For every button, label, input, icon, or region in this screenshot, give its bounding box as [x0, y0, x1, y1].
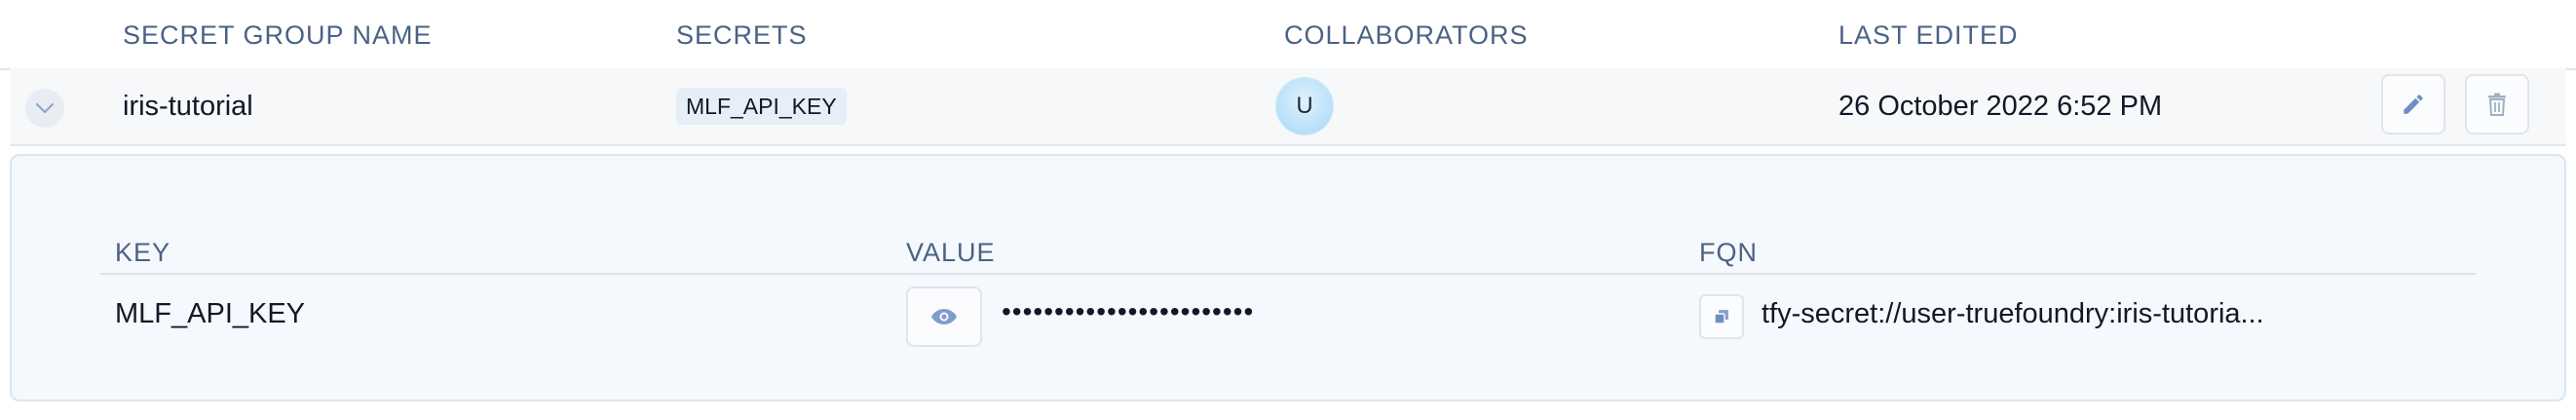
delete-button[interactable]	[2465, 74, 2529, 134]
reveal-value-button[interactable]	[906, 286, 982, 347]
secret-details-panel: KEY VALUE FQN MLF_API_KEY ••••••••••••••…	[10, 154, 2566, 401]
secret-key: MLF_API_KEY	[115, 298, 306, 329]
secret-detail-row: MLF_API_KEY •••••••••••••••••••••••• tfy…	[99, 275, 2477, 353]
copy-fqn-button[interactable]	[1699, 294, 1744, 339]
details-header: KEY VALUE FQN	[99, 224, 2477, 275]
chevron-down-icon	[35, 102, 55, 114]
avatar: U	[1276, 78, 1333, 134]
trash-icon	[2488, 93, 2506, 116]
avatar-initial: U	[1296, 93, 1313, 119]
column-header-value: VALUE	[906, 238, 996, 267]
secret-chip: MLF_API_KEY	[676, 88, 847, 125]
masked-secret-value: ••••••••••••••••••••••••	[1002, 296, 1255, 326]
table-header: SECRET GROUP NAME SECRETS COLLABORATORS …	[0, 0, 2576, 70]
column-header-fqn: FQN	[1699, 238, 1758, 267]
column-header-key: KEY	[115, 238, 171, 267]
column-header-secrets: SECRETS	[676, 20, 808, 50]
secret-group-name[interactable]: iris-tutorial	[123, 91, 253, 123]
column-header-collaborators: COLLABORATORS	[1284, 20, 1529, 50]
column-header-last-edited: LAST EDITED	[1838, 20, 2019, 50]
copy-icon	[1714, 310, 1728, 325]
last-edited-value: 26 October 2022 6:52 PM	[1838, 91, 2163, 122]
expand-row-button[interactable]	[25, 89, 64, 128]
eye-icon	[931, 309, 957, 325]
table-row[interactable]: iris-tutorial MLF_API_KEY U 26 October 2…	[10, 68, 2566, 146]
secret-fqn[interactable]: tfy-secret://user-truefoundry:iris-tutor…	[1762, 298, 2264, 330]
pencil-icon	[2404, 95, 2423, 114]
edit-button[interactable]	[2381, 74, 2445, 134]
column-header-secret-group-name: SECRET GROUP NAME	[123, 20, 433, 50]
